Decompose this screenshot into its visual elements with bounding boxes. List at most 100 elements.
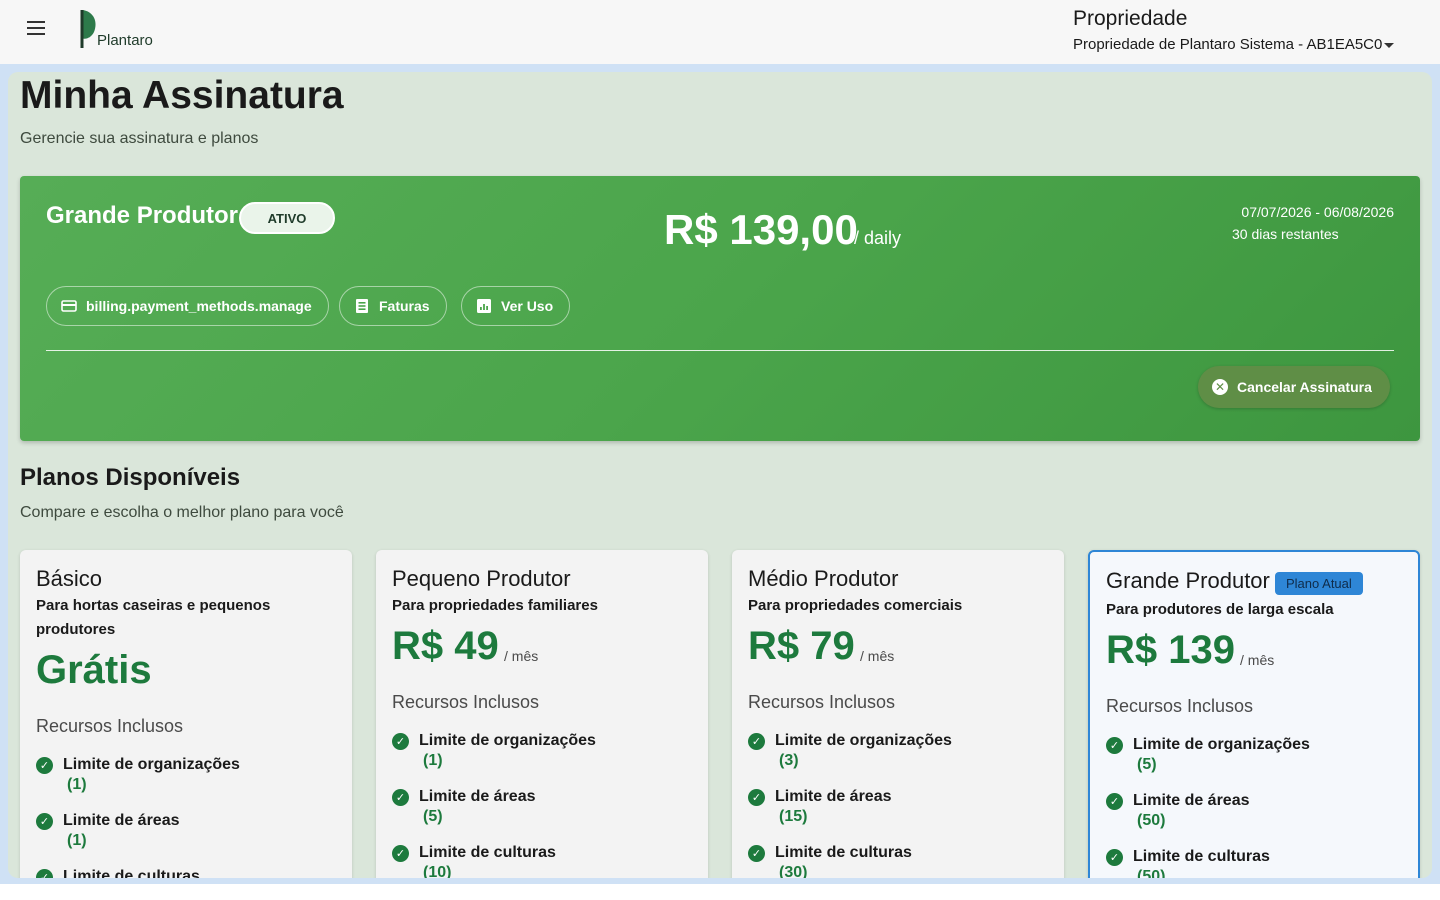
feature-value: (1) <box>67 776 87 793</box>
feature-label: Limite de organizações <box>1133 736 1310 753</box>
usage-chart-icon <box>476 298 492 314</box>
features-title: Recursos Inclusos <box>392 692 540 712</box>
manage-payment-methods-button[interactable]: billing.payment_methods.manage <box>46 286 329 326</box>
feature-label: Limite de culturas <box>63 868 200 878</box>
check-circle-icon: ✓ <box>36 868 53 878</box>
features-title: Recursos Inclusos <box>1106 696 1254 716</box>
plan-name: Básico <box>36 566 103 591</box>
plan-description: Para propriedades familiares <box>392 597 598 614</box>
current-plan-badge: Plano Atual <box>1275 572 1363 595</box>
feature-value: (30) <box>779 864 808 878</box>
plan-card-grande-produtor[interactable]: Grande Produtor Plano Atual Para produto… <box>1088 550 1420 878</box>
check-circle-icon: ✓ <box>392 788 409 806</box>
property-selected-label: Propriedade de Plantaro Sistema - AB1EA5… <box>1073 36 1383 53</box>
feature-value: (5) <box>423 808 443 825</box>
feature-value: (50) <box>1137 868 1166 878</box>
feature-value: (3) <box>779 752 799 769</box>
feature-label: Limite de culturas <box>419 844 556 861</box>
plan-name: Médio Produtor <box>748 566 899 591</box>
credit-card-icon <box>61 298 77 314</box>
check-circle-icon: ✓ <box>1106 848 1123 866</box>
plan-description: Para produtores de larga escala <box>1106 601 1334 618</box>
feature-item: ✓ Limite de áreas (15) <box>748 788 1048 826</box>
plans-section-subtitle: Compare e escolha o melhor plano para vo… <box>20 504 344 521</box>
check-circle-icon: ✓ <box>36 812 53 830</box>
check-circle-icon: ✓ <box>748 788 765 806</box>
feature-item: ✓ Limite de organizações (3) <box>748 732 1048 770</box>
feature-label: Limite de áreas <box>63 812 180 829</box>
feature-item: ✓ Limite de áreas (50) <box>1106 792 1406 830</box>
content-frame: Minha Assinatura Gerencie sua assinatura… <box>0 64 1440 884</box>
invoices-button[interactable]: Faturas <box>339 286 447 326</box>
cancel-subscription-label: Cancelar Assinatura <box>1237 379 1372 395</box>
status-badge: ATIVO <box>239 202 335 234</box>
feature-item: ✓ Limite de organizações (1) <box>36 756 336 794</box>
check-circle-icon: ✓ <box>1106 736 1123 754</box>
check-circle-icon: ✓ <box>748 732 765 750</box>
feature-item: ✓ Limite de áreas (1) <box>36 812 336 850</box>
view-usage-button[interactable]: Ver Uso <box>461 286 571 326</box>
plan-description: Para propriedades comerciais <box>748 597 963 614</box>
feature-value: (5) <box>1137 756 1157 773</box>
plan-card-basico[interactable]: Básico Para hortas caseiras e pequenos p… <box>20 550 352 878</box>
invoice-icon <box>354 298 370 314</box>
feature-item: ✓ Limite de culturas (30) <box>748 844 1048 878</box>
property-title: Propriedade <box>1073 7 1188 30</box>
feature-label: Limite de organizações <box>775 732 952 749</box>
current-subscription-card: Grande Produtor ATIVO R$ 139,00 / daily … <box>20 176 1420 441</box>
check-circle-icon: ✓ <box>36 756 53 774</box>
feature-value: (10) <box>423 864 452 878</box>
main-content: Minha Assinatura Gerencie sua assinatura… <box>8 72 1432 878</box>
plan-price: R$ 79 <box>748 624 855 668</box>
feature-item: ✓ Limite de organizações (1) <box>392 732 692 770</box>
feature-label: Limite de áreas <box>1133 792 1250 809</box>
plan-description: Para hortas caseiras e pequenos produtor… <box>36 597 271 638</box>
feature-value: (15) <box>779 808 808 825</box>
check-circle-icon: ✓ <box>1106 792 1123 810</box>
caret-down-icon <box>1384 43 1395 48</box>
check-circle-icon: ✓ <box>748 844 765 862</box>
app-header: Plantaro Propriedade Propriedade de Plan… <box>0 0 1440 64</box>
view-usage-label: Ver Uso <box>501 298 554 314</box>
plan-name: Grande Produtor <box>1106 568 1270 593</box>
feature-label: Limite de áreas <box>775 788 892 805</box>
plan-period: / mês <box>1240 652 1275 668</box>
plan-name: Pequeno Produtor <box>392 566 571 591</box>
close-circle-icon: ✕ <box>1212 379 1228 395</box>
plan-price: Grátis <box>36 648 152 692</box>
feature-label: Limite de culturas <box>1133 848 1270 865</box>
plan-price: R$ 49 <box>392 624 499 668</box>
feature-item: ✓ Limite de culturas (50) <box>1106 848 1406 878</box>
cancel-subscription-button[interactable]: ✕ Cancelar Assinatura <box>1198 366 1390 408</box>
subscription-remaining: 30 dias restantes <box>1232 226 1339 242</box>
feature-label: Limite de organizações <box>63 756 240 773</box>
feature-value: (1) <box>67 832 87 849</box>
property-selector[interactable]: Propriedade de Plantaro Sistema - AB1EA5… <box>1073 36 1395 53</box>
feature-value: (50) <box>1137 812 1166 829</box>
page-title: Minha Assinatura <box>20 74 344 117</box>
page-subtitle: Gerencie sua assinatura e planos <box>20 130 259 147</box>
plan-price: R$ 139 <box>1106 628 1235 672</box>
feature-item: ✓ Limite de organizações (5) <box>1106 736 1406 774</box>
feature-label: Limite de áreas <box>419 788 536 805</box>
feature-item: ✓ Limite de áreas (5) <box>392 788 692 826</box>
check-circle-icon: ✓ <box>392 844 409 862</box>
feature-item: ✓ Limite de culturas (10) <box>392 844 692 878</box>
menu-icon[interactable] <box>22 16 50 40</box>
feature-value: (1) <box>423 752 443 769</box>
plan-card-medio-produtor[interactable]: Médio Produtor Para propriedades comerci… <box>732 550 1064 878</box>
plan-period: / mês <box>860 648 895 664</box>
subscription-plan-name: Grande Produtor <box>46 202 239 229</box>
divider <box>46 350 1394 351</box>
plan-card-pequeno-produtor[interactable]: Pequeno Produtor Para propriedades famil… <box>376 550 708 878</box>
features-title: Recursos Inclusos <box>748 692 896 712</box>
feature-label: Limite de organizações <box>419 732 596 749</box>
feature-label: Limite de culturas <box>775 844 912 861</box>
subscription-price: R$ 139,00 <box>664 206 858 253</box>
subscription-period: / daily <box>854 228 902 248</box>
check-circle-icon: ✓ <box>392 732 409 750</box>
feature-item: ✓ Limite de culturas <box>36 868 336 878</box>
manage-payment-methods-label: billing.payment_methods.manage <box>86 298 312 314</box>
plans-section-title: Planos Disponíveis <box>20 464 241 491</box>
invoices-label: Faturas <box>379 298 430 314</box>
